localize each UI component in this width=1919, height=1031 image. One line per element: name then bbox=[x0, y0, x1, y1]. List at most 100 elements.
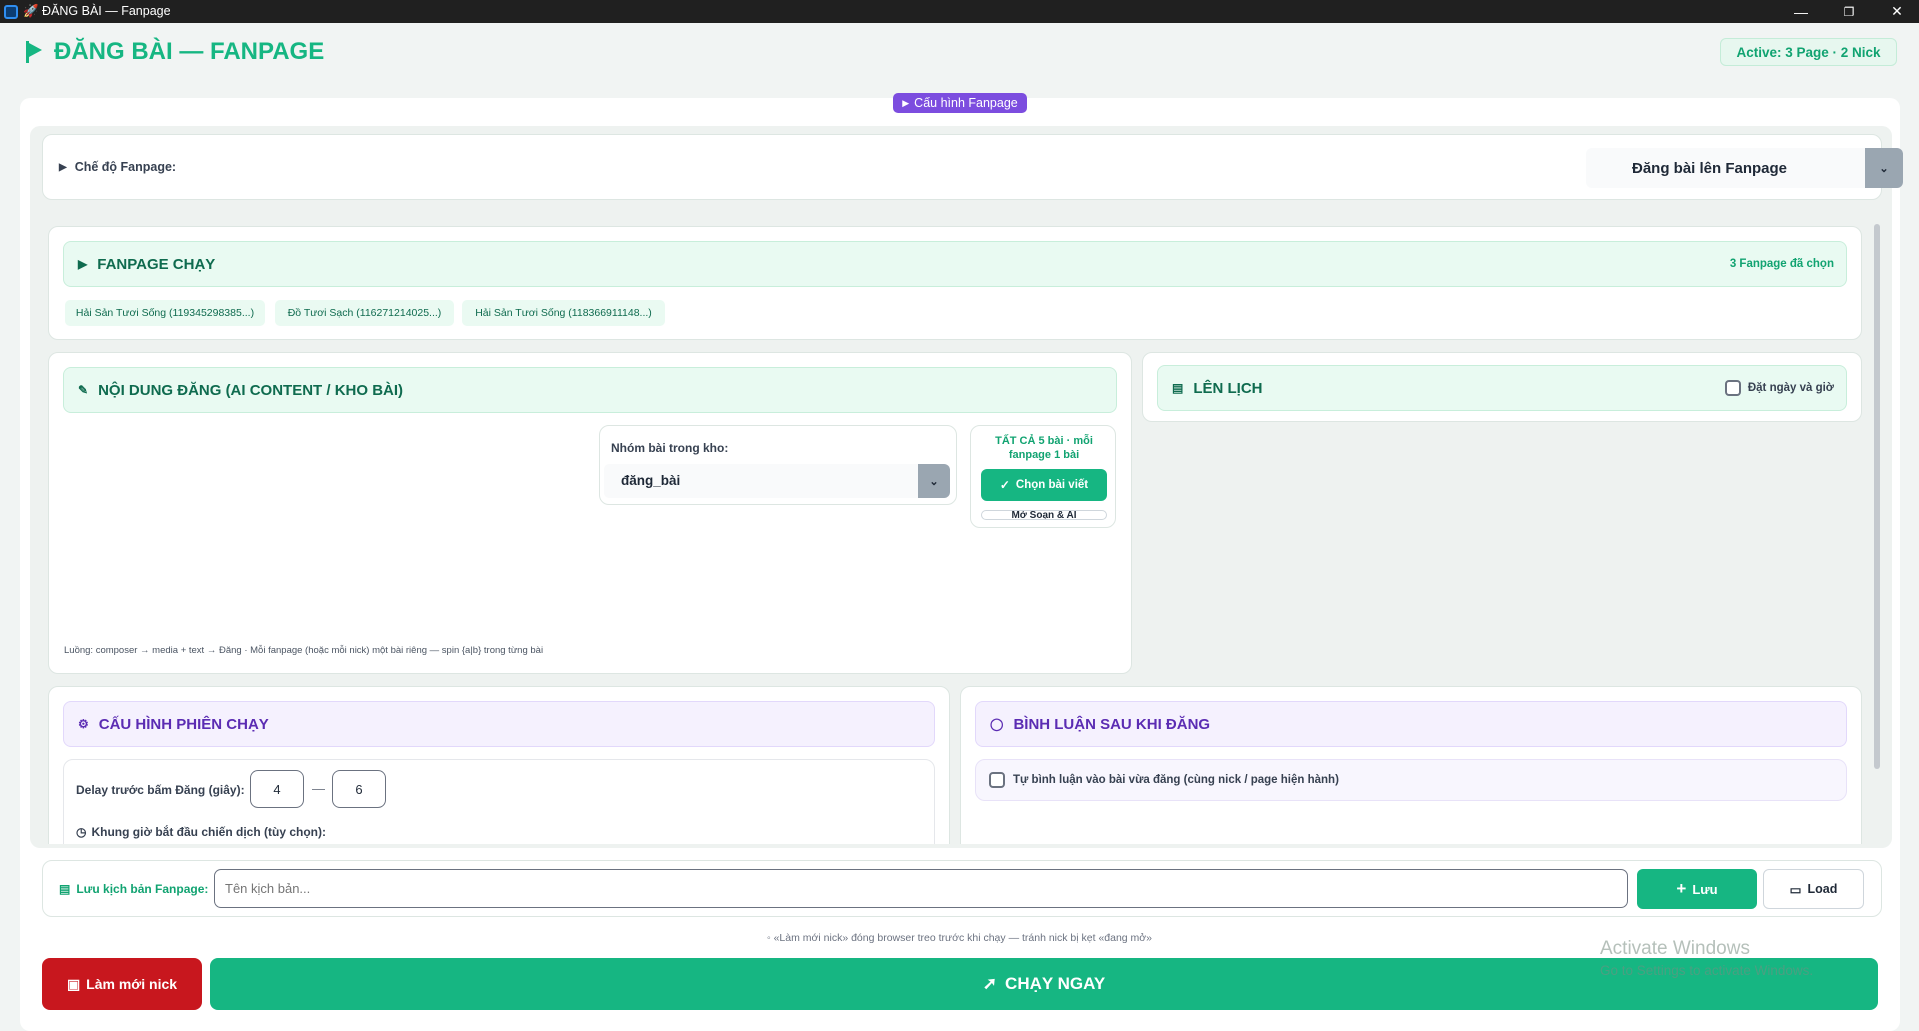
comment-panel: ◯ BÌNH LUẬN SAU KHI ĐĂNG Tự bình luận và… bbox=[960, 686, 1862, 844]
play-icon: ▶ bbox=[902, 97, 910, 108]
refresh-icon: ▣ bbox=[66, 975, 81, 992]
footer-note-text: «Làm mới nick» đóng browser treo trước k… bbox=[773, 932, 1153, 944]
auto-comment-checkbox[interactable] bbox=[989, 772, 1005, 788]
time-window-label-text: Khung giờ bắt đầu chiến dịch (tùy chọn): bbox=[91, 825, 326, 839]
auto-comment-label: Tự bình luận vào bài vừa đăng (cùng nick… bbox=[1013, 774, 1339, 786]
mode-select-value: Đăng bài lên Fanpage bbox=[1632, 159, 1788, 177]
save-script-label: ▤ Lưu kịch bản Fanpage: bbox=[59, 882, 208, 896]
post-pick-box: TẤT CẢ 5 bài · mỗi fanpage 1 bài ✓ Chọn … bbox=[970, 425, 1116, 528]
post-group-box: Nhóm bài trong kho: đăng_bài ⌄ bbox=[599, 425, 957, 505]
page-title-text: ĐĂNG BÀI — FANPAGE bbox=[54, 38, 325, 65]
delay-max-input[interactable]: 6 bbox=[332, 770, 386, 808]
folder-icon: ▭ bbox=[1789, 882, 1802, 897]
comment-option-box: Tự bình luận vào bài vừa đăng (cùng nick… bbox=[975, 759, 1847, 801]
plus-icon: + bbox=[1676, 879, 1687, 898]
chevron-down-icon[interactable]: ⌄ bbox=[1865, 148, 1903, 188]
fanpage-chip[interactable]: Hải Sản Tươi Sống (118366911148...) bbox=[462, 300, 665, 326]
session-section-header: ⚙ CẤU HÌNH PHIÊN CHẠY bbox=[63, 701, 935, 747]
content-panel: ✎ NỘI DUNG ĐĂNG (AI CONTENT / KHO BÀI) N… bbox=[48, 352, 1132, 674]
schedule-title-text: LÊN LỊCH bbox=[1193, 379, 1263, 397]
mode-row: ▶ Chế độ Fanpage: Đăng bài lên Fanpage ⌄ bbox=[42, 134, 1903, 200]
fanpage-section-header: ▶ FANPAGE CHẠY 3 Fanpage đã chọn bbox=[63, 241, 1847, 287]
time-window-label: ◷ Khung giờ bắt đầu chiến dịch (tùy chọn… bbox=[76, 825, 326, 839]
post-group-value: đăng_bài bbox=[621, 473, 681, 488]
load-script-button[interactable]: ▭ Load bbox=[1763, 869, 1864, 909]
script-name-input[interactable] bbox=[214, 869, 1628, 908]
edit-icon: ✎ bbox=[78, 383, 89, 397]
config-fanpage-label: Cấu hình Fanpage bbox=[914, 96, 1018, 110]
active-status-badge: Active: 3 Page · 2 Nick bbox=[1720, 38, 1897, 66]
content-section-title: ✎ NỘI DUNG ĐĂNG (AI CONTENT / KHO BÀI) bbox=[78, 382, 403, 399]
mode-label: ▶ Chế độ Fanpage: bbox=[59, 160, 176, 174]
fanpage-title-text: FANPAGE CHẠY bbox=[97, 255, 216, 273]
chevron-down-icon[interactable]: ⌄ bbox=[918, 464, 950, 498]
vertical-scrollbar[interactable] bbox=[1872, 222, 1882, 769]
schedule-section-title: ▤ LÊN LỊCH bbox=[1172, 380, 1263, 397]
content-title-text: NỘI DUNG ĐĂNG (AI CONTENT / KHO BÀI) bbox=[98, 381, 404, 399]
open-editor-button[interactable]: Mở Soạn & AI bbox=[981, 510, 1107, 520]
pin-icon: ◦ bbox=[766, 932, 774, 944]
post-group-label: Nhóm bài trong kho: bbox=[611, 441, 729, 455]
mode-label-text: Chế độ Fanpage: bbox=[74, 160, 177, 174]
close-button[interactable]: ✕ bbox=[1877, 0, 1917, 23]
all-posts-line: TẤT CẢ 5 bài · mỗi bbox=[995, 435, 1093, 447]
page-title: ĐĂNG BÀI — FANPAGE bbox=[26, 38, 324, 66]
gear-icon: ⚙ bbox=[78, 717, 89, 731]
fanpage-section-title: ▶ FANPAGE CHẠY bbox=[78, 256, 215, 273]
content-section-header: ✎ NỘI DUNG ĐĂNG (AI CONTENT / KHO BÀI) bbox=[63, 367, 1117, 413]
clock-icon: ◷ bbox=[76, 825, 87, 839]
check-icon: ✓ bbox=[999, 478, 1010, 492]
post-group-select[interactable]: đăng_bài ⌄ bbox=[604, 464, 950, 498]
schedule-section-header: ▤ LÊN LỊCH Đặt ngày và giờ bbox=[1157, 365, 1847, 411]
comment-section-title: ◯ BÌNH LUẬN SAU KHI ĐĂNG bbox=[990, 716, 1210, 733]
flag-icon bbox=[26, 41, 42, 63]
app-icon bbox=[4, 4, 18, 19]
run-now-label: CHẠY NGAY bbox=[1005, 974, 1106, 993]
refresh-nick-button[interactable]: ▣ Làm mới nick bbox=[42, 958, 202, 1010]
content-scroll-area[interactable]: ▶ FANPAGE CHẠY 3 Fanpage đã chọn Hải Sản… bbox=[48, 222, 1880, 844]
save-script-label-text: Lưu kịch bản Fanpage: bbox=[76, 881, 209, 896]
calendar-icon: ▤ bbox=[1172, 381, 1184, 395]
speech-bubble-icon: ◯ bbox=[990, 717, 1004, 731]
fanpage-panel: ▶ FANPAGE CHẠY 3 Fanpage đã chọn Hải Sản… bbox=[48, 226, 1862, 340]
play-icon: ▶ bbox=[78, 257, 88, 271]
all-posts-line: fanpage 1 bài bbox=[1008, 449, 1080, 461]
flow-note: Luồng: composer → media + text → Đăng · … bbox=[64, 645, 544, 656]
choose-post-label: Chọn bài viết bbox=[1015, 479, 1089, 491]
window-title: 🚀 ĐĂNG BÀI — Fanpage bbox=[23, 4, 171, 18]
session-panel: ⚙ CẤU HÌNH PHIÊN CHẠY Delay trước bấm Đă… bbox=[48, 686, 950, 844]
mode-select[interactable]: Đăng bài lên Fanpage ⌄ bbox=[1586, 148, 1903, 188]
save-script-row: ▤ Lưu kịch bản Fanpage: + Lưu ▭ Load bbox=[42, 860, 1882, 917]
minimize-button[interactable]: — bbox=[1781, 0, 1821, 23]
delay-separator: — bbox=[312, 781, 325, 796]
fanpage-chip[interactable]: Hải Sản Tươi Sống (119345298385...) bbox=[65, 300, 265, 326]
all-posts-info: TẤT CẢ 5 bài · mỗi fanpage 1 bài bbox=[971, 434, 1117, 462]
choose-post-button[interactable]: ✓ Chọn bài viết bbox=[981, 469, 1107, 501]
schedule-toggle[interactable]: Đặt ngày và giờ bbox=[1724, 380, 1834, 396]
run-now-button[interactable]: ➚ CHẠY NGAY bbox=[210, 958, 1878, 1010]
session-body: Delay trước bấm Đăng (giây): 4 — 6 ◷ Khu… bbox=[63, 759, 935, 844]
delay-min-input[interactable]: 4 bbox=[250, 770, 304, 808]
fanpage-count: 3 Fanpage đã chọn bbox=[1729, 258, 1834, 270]
window-titlebar: 🚀 ĐĂNG BÀI — Fanpage — ❐ ✕ bbox=[0, 0, 1919, 23]
footer-note: ◦ «Làm mới nick» đóng browser treo trước… bbox=[0, 932, 1919, 944]
save-script-button-label: Lưu bbox=[1692, 881, 1718, 897]
scrollbar-thumb[interactable] bbox=[1874, 224, 1880, 769]
rocket-icon: ➚ bbox=[982, 974, 998, 993]
comment-title-text: BÌNH LUẬN SAU KHI ĐĂNG bbox=[1013, 715, 1211, 733]
save-icon: ▤ bbox=[59, 881, 71, 896]
schedule-checkbox-label: Đặt ngày và giờ bbox=[1747, 382, 1834, 394]
session-title-text: CẤU HÌNH PHIÊN CHẠY bbox=[98, 715, 269, 733]
refresh-nick-label: Làm mới nick bbox=[86, 976, 178, 992]
open-editor-label: Mở Soạn & AI bbox=[1011, 510, 1077, 520]
maximize-button[interactable]: ❐ bbox=[1829, 0, 1869, 23]
save-script-button[interactable]: + Lưu bbox=[1637, 869, 1757, 909]
delay-label: Delay trước bấm Đăng (giây): bbox=[76, 783, 245, 797]
config-fanpage-tab[interactable]: ▶ Cấu hình Fanpage bbox=[893, 93, 1027, 113]
fanpage-chip[interactable]: Đồ Tươi Sạch (116271214025...) bbox=[275, 300, 454, 326]
auto-comment-toggle[interactable]: Tự bình luận vào bài vừa đăng (cùng nick… bbox=[989, 772, 1339, 788]
schedule-panel: ▤ LÊN LỊCH Đặt ngày và giờ bbox=[1142, 352, 1862, 422]
schedule-checkbox[interactable] bbox=[1724, 380, 1741, 396]
session-section-title: ⚙ CẤU HÌNH PHIÊN CHẠY bbox=[78, 716, 269, 733]
play-icon: ▶ bbox=[59, 161, 67, 173]
